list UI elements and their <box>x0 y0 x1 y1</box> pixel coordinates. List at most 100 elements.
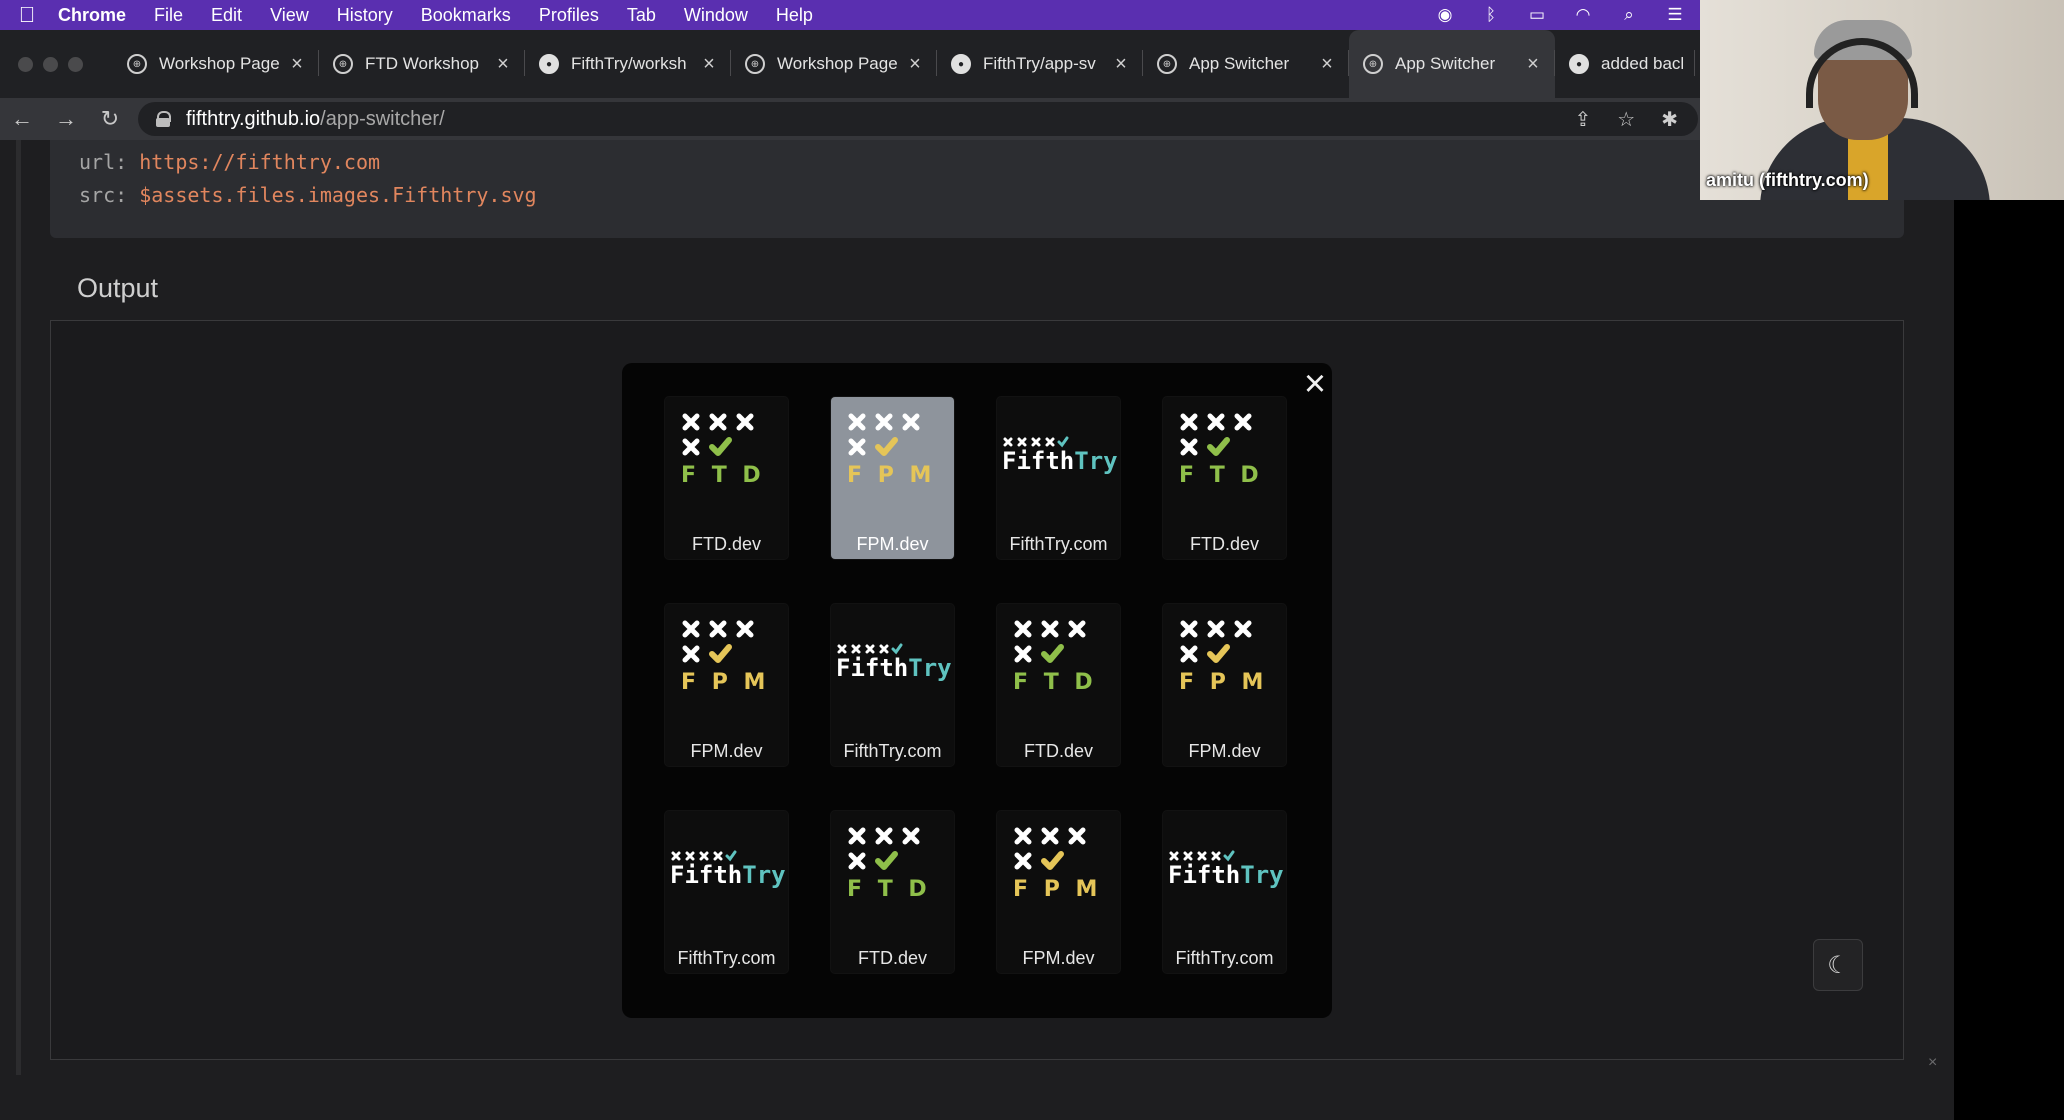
close-tab-icon[interactable]: × <box>287 53 307 76</box>
app-tile-ftd[interactable]: F T D FTD.dev <box>831 811 954 973</box>
app-tile-fpm[interactable]: F P M FPM.dev <box>997 811 1120 973</box>
svg-text:F T D: F T D <box>847 877 931 902</box>
app-tile-fifthtry[interactable]: FifthTry FifthTry.com <box>1163 811 1286 973</box>
back-arrow-icon[interactable]: ← <box>0 106 44 132</box>
tab-title: FifthTry/worksh <box>571 54 687 73</box>
siri-icon[interactable]: ◉ <box>1434 4 1456 26</box>
app-tile-label: FTD.dev <box>857 948 927 968</box>
ftd-logo-icon: F T D <box>677 409 777 499</box>
menu-history[interactable]: History <box>337 5 393 26</box>
minimize-window-button[interactable] <box>43 56 58 72</box>
fifthtry-logo-icon: FifthTry <box>1165 841 1284 901</box>
github-icon: ● <box>951 54 971 74</box>
app-tile-fifthtry[interactable]: FifthTry FifthTry.com <box>831 604 954 766</box>
bookmark-star-icon[interactable]: ☆ <box>1617 107 1635 132</box>
close-tab-icon[interactable]: × <box>1111 53 1131 76</box>
menu-file[interactable]: File <box>154 5 183 26</box>
output-heading: Output <box>77 273 159 303</box>
app-tile-fpm[interactable]: F P M FPM.dev <box>831 397 954 559</box>
code-key: url: <box>79 150 128 174</box>
close-tab-icon[interactable]: × <box>493 53 513 76</box>
close-tab-icon[interactable]: × <box>905 53 925 76</box>
app-tile-fifthtry[interactable]: FifthTry FifthTry.com <box>665 811 788 973</box>
fpm-logo-icon: F P M <box>677 616 777 706</box>
fpm-logo-icon: F P M <box>1175 616 1275 706</box>
menu-tab[interactable]: Tab <box>627 5 656 26</box>
tab-title: FTD Workshop <box>365 54 479 73</box>
menu-view[interactable]: View <box>270 5 309 26</box>
url-path: /app-switcher/ <box>320 107 445 130</box>
fifthtry-logo-icon: FifthTry <box>999 427 1118 487</box>
globe-icon: ⊕ <box>1157 54 1177 74</box>
address-bar-actions: ⇪ ☆ ✱ <box>1575 102 1678 136</box>
svg-text:FifthTry: FifthTry <box>836 654 952 682</box>
lock-icon[interactable] <box>156 111 171 127</box>
menu-chrome[interactable]: Chrome <box>58 5 126 26</box>
browser-toolbar: ← → ↻ fifthtry.github.io/app-switcher/ ⇪… <box>0 98 1700 140</box>
tab-title: App Switcher <box>1395 54 1496 73</box>
battery-icon[interactable]: ▭ <box>1526 4 1548 26</box>
app-tile-ftd[interactable]: F T D FTD.dev <box>997 604 1120 766</box>
app-tile-ftd[interactable]: F T D FTD.dev <box>665 397 788 559</box>
app-tile-label: FPM.dev <box>1188 741 1261 761</box>
app-tile-fpm[interactable]: F P M FPM.dev <box>665 604 788 766</box>
browser-tab[interactable]: ⊕ App Switcher × <box>1143 30 1349 98</box>
close-icon[interactable]: × <box>1928 1054 1937 1072</box>
tab-title: Workshop Page <box>159 54 280 73</box>
close-tab-icon[interactable]: × <box>1523 53 1543 76</box>
browser-tab[interactable]: ● FifthTry/worksh × <box>525 30 731 98</box>
apple-icon[interactable]:  <box>14 2 40 28</box>
browser-tab[interactable]: ⊕ FTD Workshop × <box>319 30 525 98</box>
menu-profiles[interactable]: Profiles <box>539 5 599 26</box>
spotlight-search-icon[interactable]: ⌕ <box>1618 4 1640 26</box>
app-tile-ftd[interactable]: F T D FTD.dev <box>1163 397 1286 559</box>
github-icon: ● <box>539 54 559 74</box>
app-tile-label: FTD.dev <box>1023 741 1093 761</box>
share-icon[interactable]: ⇪ <box>1575 107 1592 132</box>
app-tile-fifthtry[interactable]: FifthTry FifthTry.com <box>997 397 1120 559</box>
close-window-button[interactable] <box>18 56 33 72</box>
address-bar[interactable]: fifthtry.github.io/app-switcher/ ⇪ ☆ ✱ <box>138 102 1698 136</box>
zoom-window-button[interactable] <box>68 56 83 72</box>
fpm-logo-icon: F P M <box>843 409 943 499</box>
browser-tab[interactable]: ● added back <box>1555 30 1695 98</box>
tab-title: Workshop Page <box>777 54 898 73</box>
menu-bookmarks[interactable]: Bookmarks <box>421 5 511 26</box>
code-block: url: https://fifthtry.com src: $assets.f… <box>50 140 1904 238</box>
tab-title: App Switcher <box>1189 54 1290 73</box>
menu-window[interactable]: Window <box>684 5 748 26</box>
app-tile-label: FifthTry.com <box>677 948 776 968</box>
browser-tab[interactable]: ● FifthTry/app-sv × <box>937 30 1143 98</box>
app-tile-label: FifthTry.com <box>1175 948 1274 968</box>
menu-help[interactable]: Help <box>776 5 813 26</box>
ftd-logo-icon: F T D <box>843 823 943 913</box>
browser-tab-active[interactable]: ⊕ App Switcher × <box>1349 30 1555 98</box>
control-center-icon[interactable]: ☰ <box>1664 4 1686 26</box>
bluetooth-icon[interactable]: ᛒ <box>1480 4 1502 26</box>
participant-name: amitu (fifthtry.com) <box>1706 170 1869 190</box>
svg-text:F T D: F T D <box>681 463 765 488</box>
url-host: fifthtry.github.io <box>186 107 321 130</box>
reload-icon[interactable]: ↻ <box>88 106 132 132</box>
ftd-logo-icon: F T D <box>1009 616 1109 706</box>
browser-tab[interactable]: ⊕ Workshop Page × <box>113 30 319 98</box>
forward-arrow-icon[interactable]: → <box>44 106 88 132</box>
svg-text:F P M: F P M <box>847 463 935 488</box>
dark-mode-toggle-button[interactable]: ☾ <box>1813 939 1863 991</box>
app-tile-fpm[interactable]: F P M FPM.dev <box>1163 604 1286 766</box>
extensions-puzzle-icon[interactable]: ✱ <box>1661 107 1678 132</box>
svg-text:FifthTry: FifthTry <box>1002 447 1118 475</box>
browser-tab[interactable]: ⊕ Workshop Page × <box>731 30 937 98</box>
menu-edit[interactable]: Edit <box>211 5 242 26</box>
left-border <box>16 140 21 1075</box>
globe-icon: ⊕ <box>333 54 353 74</box>
code-line: src: $assets.files.images.Fifthtry.svg <box>79 179 1904 212</box>
svg-text:FifthTry: FifthTry <box>1168 861 1284 889</box>
wifi-icon[interactable]: ◠ <box>1572 4 1594 26</box>
globe-icon: ⊕ <box>127 54 147 74</box>
svg-text:FifthTry: FifthTry <box>670 861 786 889</box>
fifthtry-logo-icon: FifthTry <box>833 634 952 694</box>
modal-close-button[interactable]: × <box>1298 363 1332 405</box>
close-tab-icon[interactable]: × <box>699 53 719 76</box>
close-tab-icon[interactable]: × <box>1317 53 1337 76</box>
